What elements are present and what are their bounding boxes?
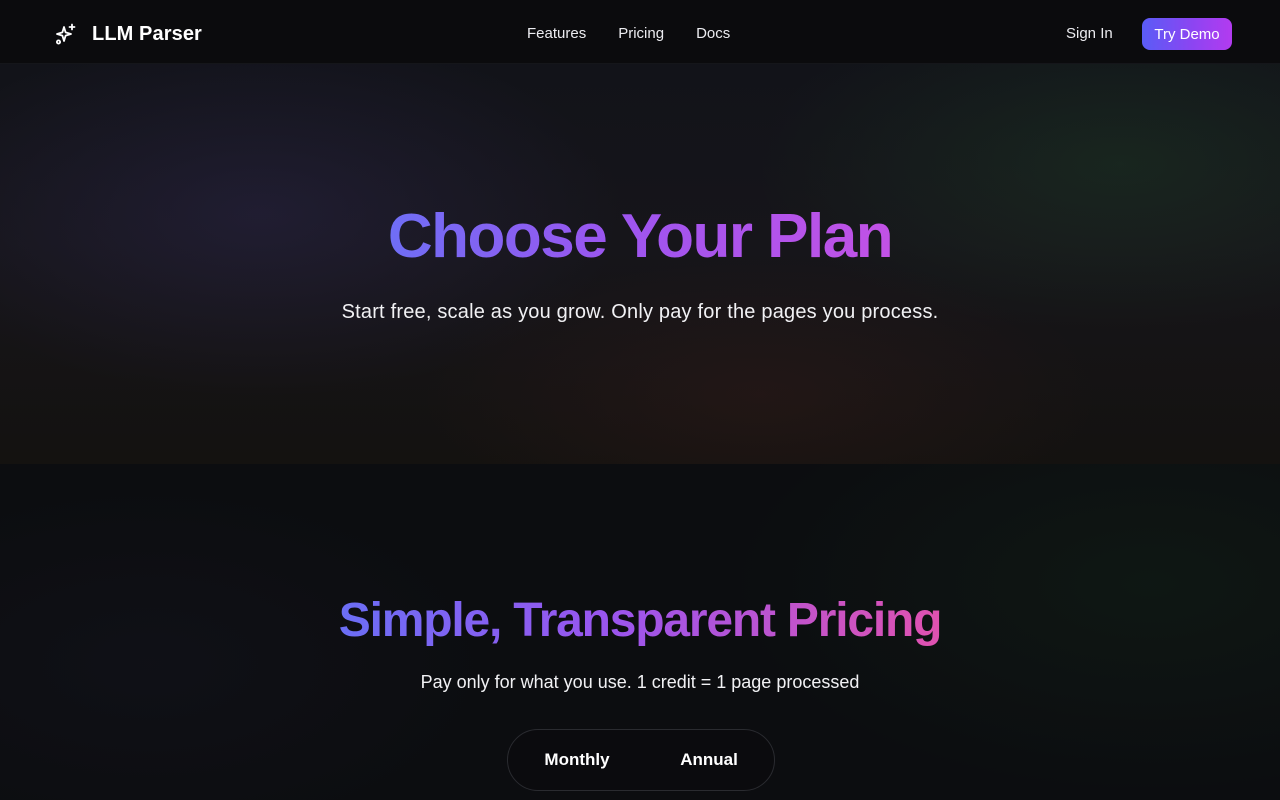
top-nav: LLM Parser Features Pricing Docs Sign In…	[0, 0, 1280, 64]
page: LLM Parser Features Pricing Docs Sign In…	[0, 0, 1280, 800]
hero-subtitle: Start free, scale as you grow. Only pay …	[341, 301, 939, 323]
sparkles-icon	[54, 22, 78, 46]
billing-toggle: Monthly Annual	[507, 729, 775, 791]
billing-option-monthly[interactable]: Monthly	[522, 730, 632, 790]
nav-link-docs[interactable]: Docs	[696, 25, 730, 43]
pricing-section: Simple, Transparent Pricing Pay only for…	[0, 464, 1280, 800]
nav-link-pricing[interactable]: Pricing	[618, 25, 664, 43]
try-demo-button[interactable]: Try Demo	[1142, 18, 1232, 50]
hero-title: Choose Your Plan	[0, 202, 1280, 272]
hero-title-text: Choose Your Plan	[387, 202, 894, 271]
billing-option-annual[interactable]: Annual	[654, 730, 764, 790]
nav-links: Features Pricing Docs	[527, 25, 730, 43]
hero-section: Choose Your Plan Start free, scale as yo…	[0, 64, 1280, 464]
brand[interactable]: LLM Parser	[54, 21, 202, 47]
nav-link-features[interactable]: Features	[527, 25, 586, 43]
pricing-subtitle: Pay only for what you use. 1 credit = 1 …	[420, 672, 860, 692]
brand-name: LLM Parser	[92, 22, 202, 45]
pricing-title: Simple, Transparent Pricing	[0, 591, 1280, 651]
sign-in-link[interactable]: Sign In	[1066, 25, 1113, 42]
pricing-title-text: Simple, Transparent Pricing	[338, 594, 943, 647]
